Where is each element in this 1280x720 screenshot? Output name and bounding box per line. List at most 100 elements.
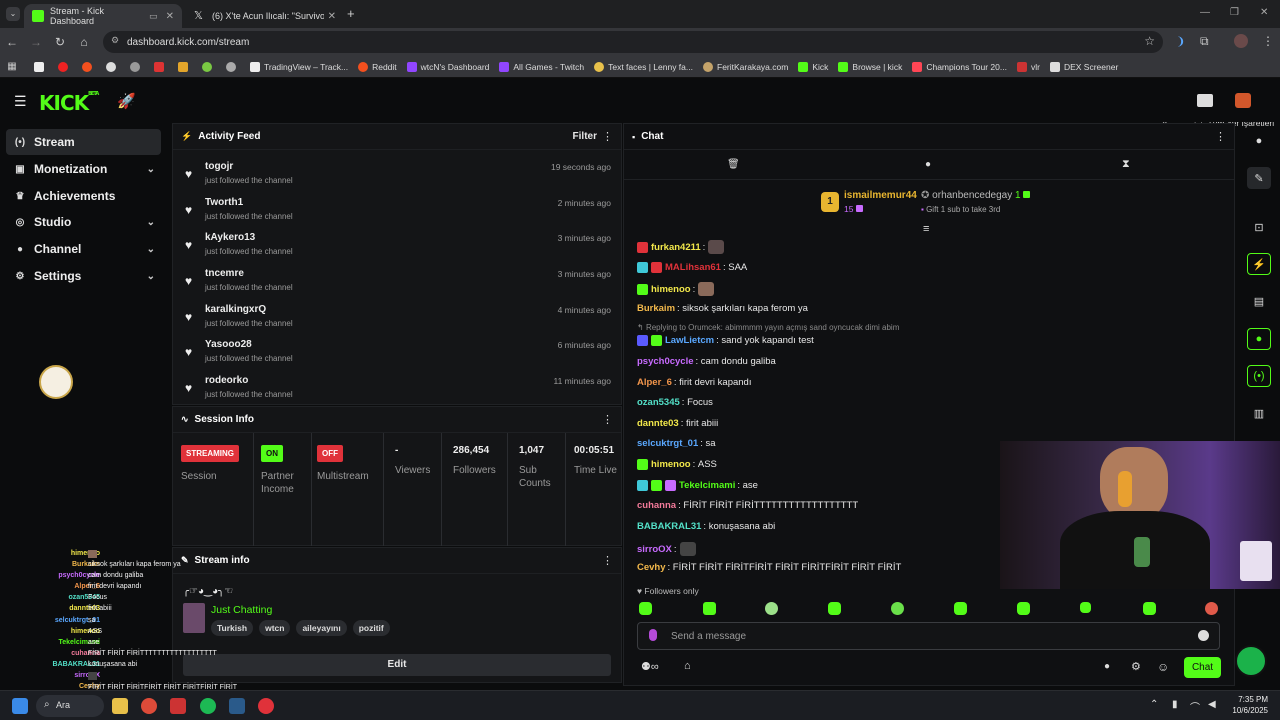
tag[interactable]: pozitif (352, 620, 390, 636)
chat-settings-icon[interactable]: ⚙ (1131, 660, 1141, 673)
kick-logo[interactable]: KICKBETA (39, 91, 99, 115)
support-chat-icon[interactable] (1235, 645, 1267, 677)
bookmark-y[interactable] (154, 61, 168, 72)
reply-context[interactable]: ↰ Replying to Orumcek: abimmmm yayın açm… (637, 323, 899, 332)
stream-preview-icon[interactable] (1197, 94, 1213, 107)
bookmark-x[interactable] (34, 61, 48, 72)
user-avatar[interactable] (1235, 93, 1251, 108)
emote-icon[interactable] (765, 602, 778, 615)
bookmark-reddit[interactable]: Reddit (358, 61, 397, 72)
message-icon[interactable]: ● (925, 159, 931, 170)
bookmark-reddit-icon[interactable] (82, 61, 96, 72)
bolt-rail-icon[interactable]: ⚡ (1247, 253, 1271, 275)
bookmark-tradingview[interactable]: TradingView – Track... (250, 61, 348, 72)
sidebar-item-stream[interactable]: (•) Stream (6, 129, 161, 155)
mic-tray-icon[interactable]: ▮ (1172, 699, 1178, 710)
sidebar-item-monetization[interactable]: ▣ Monetization ⌄ (6, 156, 161, 182)
document-icon[interactable]: ▤ (1247, 290, 1271, 312)
bookmark-feritkarakaya[interactable]: FeritKarakaya.com (703, 61, 788, 72)
new-tab-icon[interactable]: + (347, 6, 355, 21)
top-gifter-name[interactable]: ismailmemur44 (844, 190, 917, 201)
emote-icon[interactable] (1143, 602, 1156, 615)
bookmark-kick[interactable]: Kick (798, 61, 828, 72)
tag[interactable]: Turkish (211, 620, 254, 636)
tab-search-icon[interactable]: ⌄ (6, 7, 20, 21)
bookmark-vlr[interactable]: vlr (1016, 61, 1040, 72)
home-icon[interactable]: ⌂ (72, 35, 96, 49)
stack-icon[interactable]: ▥ (1247, 402, 1271, 424)
extensions-puzzle-icon[interactable]: ⧉ (1200, 34, 1209, 49)
microphone-icon[interactable] (649, 629, 657, 641)
reload-icon[interactable]: ↻ (48, 35, 72, 49)
chat-menu-icon[interactable]: ⋮ (1215, 130, 1226, 143)
hamburger-menu-icon[interactable]: ☰ (14, 93, 27, 110)
chat-users-icon[interactable]: ● (1104, 661, 1110, 672)
emote-icon[interactable] (828, 602, 841, 615)
bookmark-github[interactable] (106, 61, 120, 72)
bookmark-browse-kick[interactable]: Browse | kick (838, 61, 902, 72)
clock[interactable]: 7:35 PM 10/6/2025 (1230, 694, 1268, 716)
bookmark-steam[interactable] (226, 61, 240, 72)
store-icon[interactable]: ⌂ (684, 660, 691, 672)
sidebar-item-channel[interactable]: ● Channel ⌄ (6, 236, 161, 262)
emote-icon[interactable] (1080, 602, 1091, 613)
bookmark-star-icon[interactable]: ☆ (1144, 34, 1155, 48)
site-info-icon[interactable]: ⚙ (111, 35, 119, 46)
emote-picker-icon[interactable]: ☺ (1157, 660, 1169, 674)
emote-icon[interactable] (639, 602, 652, 615)
session-menu-icon[interactable]: ⋮ (602, 413, 613, 426)
tab-close-icon[interactable]: ✕ (166, 11, 174, 22)
edit-icon[interactable]: ✎ (1247, 167, 1271, 189)
activity-menu-icon[interactable]: ⋮ (602, 130, 613, 143)
sidebar-item-settings[interactable]: ⚙ Settings ⌄ (6, 263, 161, 289)
bookmark-text-faces[interactable]: Text faces | Lenny fa... (594, 61, 693, 72)
network-icon[interactable]: ⌒ (1190, 699, 1200, 714)
sidebar-item-studio[interactable]: ◎ Studio ⌄ (6, 209, 161, 235)
spotify-icon[interactable] (200, 698, 216, 714)
window-close-icon[interactable]: ✕ (1260, 7, 1268, 18)
second-gifter[interactable]: ✪ orhanbencedegay 1 (921, 190, 1031, 201)
apps-grid-icon[interactable]: ▦ (0, 61, 24, 72)
expand-leaderboard-icon[interactable]: ≡ (923, 223, 929, 235)
broadcast-rail-icon[interactable]: (•) (1247, 365, 1271, 387)
tray-arrow-icon[interactable]: ⌃ (1150, 699, 1158, 710)
emote-icon[interactable] (1017, 602, 1030, 615)
tag[interactable]: wtcn (259, 620, 291, 636)
tab-mute-icon[interactable]: ▭ (149, 11, 158, 22)
windows-start-icon[interactable] (12, 698, 28, 714)
bookmark-android[interactable] (202, 61, 216, 72)
app-icon[interactable] (170, 698, 186, 714)
chrome-icon[interactable] (141, 698, 157, 714)
rewards-icon[interactable]: ⚉∞ (641, 660, 659, 673)
back-icon[interactable]: ← (0, 35, 24, 49)
bookmark-wtcn-dashboard[interactable]: wtcN's Dashboard (406, 61, 489, 72)
bookmark-all-games[interactable]: All Games - Twitch (499, 61, 584, 72)
category-link[interactable]: Just Chatting (211, 604, 272, 616)
stream-info-menu-icon[interactable]: ⋮ (602, 554, 613, 567)
emote-icon[interactable] (703, 602, 716, 615)
tag[interactable]: aileyayını (296, 620, 347, 636)
focus-icon[interactable]: ⊡ (1247, 216, 1271, 238)
steam-taskbar-icon[interactable] (229, 698, 245, 714)
browser-menu-icon[interactable]: ⋮ (1262, 34, 1274, 48)
chat-rail-icon[interactable]: ● (1247, 328, 1271, 350)
tab-x-post[interactable]: 𝕏 (6) X'te Acun Ilıcalı: "Survivor 2C ✕ (186, 4, 344, 28)
category-thumbnail[interactable] (183, 603, 205, 633)
tab-close-icon[interactable]: ✕ (328, 11, 336, 22)
bookmark-globe[interactable] (130, 61, 144, 72)
channel-badge-avatar[interactable] (39, 365, 73, 399)
minimize-icon[interactable]: — (1200, 7, 1210, 18)
bookmark-dex-screener[interactable]: DEX Screener (1049, 61, 1118, 72)
hourglass-icon[interactable]: ⧗ (1122, 158, 1130, 171)
address-bar[interactable]: ⚙ dashboard.kick.com/stream ☆ (103, 31, 1163, 53)
emoji-icon[interactable] (1198, 630, 1209, 641)
emote-icon[interactable] (954, 602, 967, 615)
trash-icon[interactable]: 🗑 (727, 159, 740, 170)
info-icon[interactable]: ● (1247, 130, 1271, 152)
emote-icon[interactable] (1205, 602, 1218, 615)
volume-icon[interactable]: ◀ (1208, 699, 1216, 710)
bookmark-g[interactable] (178, 61, 192, 72)
filter-button[interactable]: Filter (573, 131, 597, 142)
emote-icon[interactable] (891, 602, 904, 615)
bookmark-champions-tour[interactable]: Champions Tour 20... (912, 61, 1007, 72)
